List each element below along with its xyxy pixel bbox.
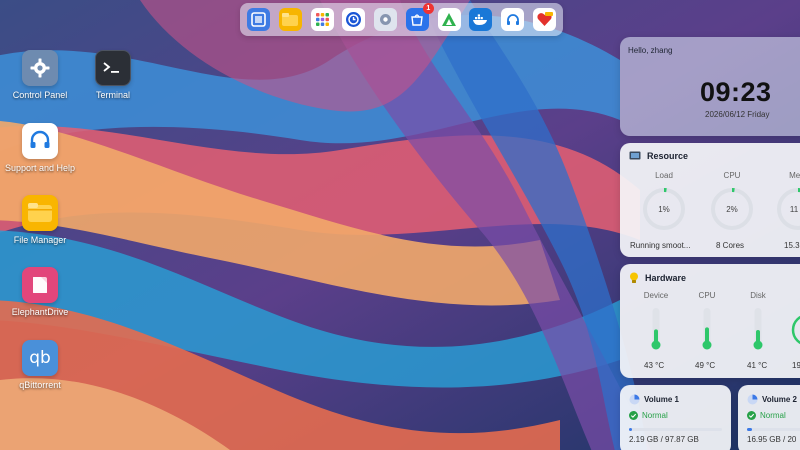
hardware-label-disk: Disk: [750, 291, 766, 300]
pie-chart-icon: [629, 394, 640, 405]
desktop-icon-terminal[interactable]: Terminal: [68, 50, 158, 100]
hardware-value-disk: 41 °C: [747, 361, 768, 370]
clock-date: 2026/06/12 Friday: [705, 110, 770, 119]
lightbulb-icon: [630, 272, 638, 283]
desktop-icon-label: File Manager: [13, 235, 67, 245]
photos-icon[interactable]: [437, 8, 461, 31]
clock-time: 09:23: [700, 77, 772, 107]
hardware-title-text: Hardware: [645, 273, 687, 283]
hardware-value-cpu: 49 °C: [695, 361, 716, 370]
pie-chart-icon: [747, 394, 758, 405]
hardware-title: Hardware: [629, 272, 686, 284]
gauge-load: 1%: [643, 188, 685, 230]
settings-icon[interactable]: [374, 8, 398, 31]
desktop-icon-label: ElephantDrive: [11, 307, 69, 317]
desktop-icon-support-and-help[interactable]: Support and Help: [0, 123, 85, 173]
check-circle-icon: [747, 411, 756, 420]
hardware-label-device: Device: [643, 291, 669, 300]
app-center-icon[interactable]: [310, 8, 334, 31]
file-manager-icon[interactable]: [278, 8, 302, 31]
volume-status: Normal: [760, 411, 786, 420]
hardware-label-cpu: CPU: [698, 291, 716, 300]
gauge-value-cpu: 2%: [726, 205, 738, 214]
docker-icon[interactable]: [469, 8, 493, 31]
gear-icon: [22, 50, 58, 86]
hardware-value-fourth: 19: [792, 361, 800, 370]
volume-usage-bar: [629, 428, 722, 431]
gauge-value-load: 1%: [658, 205, 670, 214]
qbittorrent-glyph: qb: [29, 348, 51, 368]
clock-widget: Hello, zhang 09:23 2026/06/12 Friday: [620, 37, 800, 136]
resource-label-cpu: CPU: [723, 171, 741, 180]
resource-caption-mem: 15.3: [784, 241, 800, 250]
elephantdrive-icon: [22, 267, 58, 303]
volume-1-widget[interactable]: Volume 1 Normal 2.19 GB / 97.87 GB: [620, 385, 731, 450]
gauge-mem: 11: [777, 188, 800, 230]
desktop-icon-label: qBittorrent: [19, 380, 61, 390]
beta-icon[interactable]: [532, 8, 556, 31]
app-launcher-icon[interactable]: [247, 8, 270, 31]
resource-label-mem: Mem: [789, 171, 800, 180]
volume-name: Volume 2: [762, 395, 797, 404]
volume-usage-text: 16.95 GB / 20: [747, 435, 797, 444]
support-icon[interactable]: [501, 8, 525, 31]
check-circle-icon: [629, 411, 638, 420]
volume-usage-bar: [747, 428, 800, 431]
hardware-widget[interactable]: Hardware Device CPU Disk 43 °C 49 °C 41 …: [620, 264, 800, 378]
resource-caption-cpu: 8 Cores: [716, 241, 745, 250]
qbittorrent-icon: qb: [22, 340, 58, 376]
desktop-icon-label: Control Panel: [12, 90, 68, 100]
thermometer-device: [651, 308, 661, 350]
hardware-value-device: 43 °C: [644, 361, 665, 370]
volume-name: Volume 1: [644, 395, 679, 404]
volume-usage-text: 2.19 GB / 97.87 GB: [629, 435, 699, 444]
thermometer-cpu: [702, 308, 712, 350]
resource-title: Resource: [629, 151, 688, 161]
gauge-value-mem: 11: [790, 205, 799, 214]
greeting-text: Hello, zhang: [628, 46, 673, 55]
volume-usage-fill: [629, 428, 632, 431]
desktop-icon-label: Terminal: [95, 90, 130, 100]
folder-icon: [22, 195, 58, 231]
resource-caption-load: Running smoot...: [630, 241, 691, 250]
terminal-icon: [95, 50, 131, 86]
headset-icon: [22, 123, 58, 159]
thermometer-disk: [753, 308, 763, 350]
backup-icon[interactable]: [342, 8, 366, 31]
monitor-icon: [629, 151, 641, 160]
desktop-icon-qbittorrent[interactable]: qb qBittorrent: [0, 340, 85, 390]
dock: 1: [240, 3, 563, 36]
desktop-icon-label: Support and Help: [4, 163, 76, 173]
app-store-icon[interactable]: 1: [405, 3, 434, 31]
resource-widget[interactable]: Resource Load CPU Mem 1% 2% 11 Running s…: [620, 143, 800, 257]
notification-badge: 1: [422, 3, 434, 14]
volume-usage-fill: [747, 428, 752, 431]
desktop-icon-file-manager[interactable]: File Manager: [0, 195, 85, 245]
resource-gauges: 1% 2% 11: [643, 188, 800, 230]
desktop-icon-elephantdrive[interactable]: ElephantDrive: [0, 267, 85, 317]
volume-status: Normal: [642, 411, 668, 420]
hardware-thermometers: [651, 308, 800, 350]
resource-label-load: Load: [655, 171, 673, 180]
gauge-cpu: 2%: [711, 188, 753, 230]
resource-title-text: Resource: [647, 151, 689, 161]
gauge-fourth: [791, 315, 800, 345]
volume-2-widget[interactable]: Volume 2 Normal 16.95 GB / 20: [738, 385, 800, 450]
